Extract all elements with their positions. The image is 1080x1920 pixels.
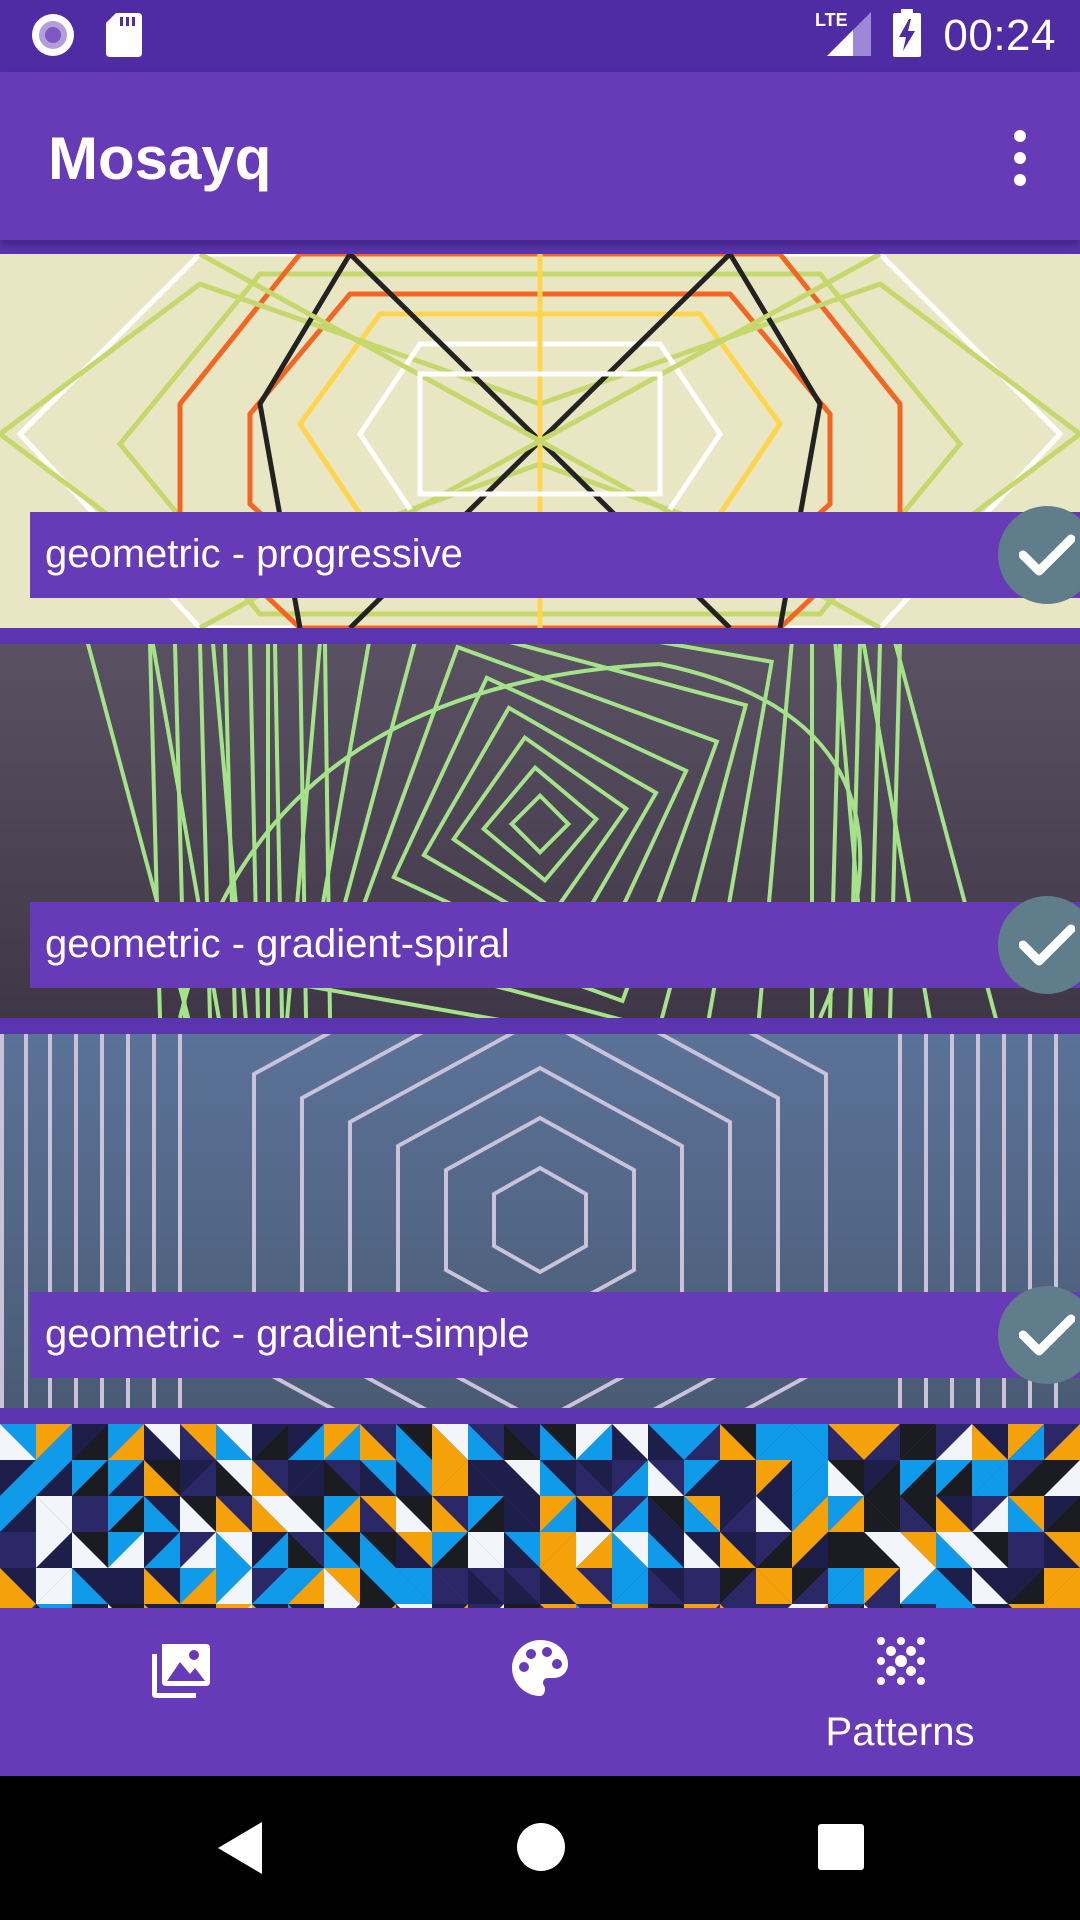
check-icon[interactable] <box>998 506 1080 604</box>
nav-item-gallery[interactable] <box>0 1608 360 1776</box>
nav-item-palette[interactable] <box>360 1608 720 1776</box>
palette-icon <box>510 1638 570 1703</box>
system-navigation-bar <box>0 1776 1080 1920</box>
pattern-list[interactable]: geometric - progressive geometric - grad… <box>0 240 1080 1608</box>
network-type-label: LTE <box>815 10 848 30</box>
sd-card-icon <box>106 13 142 62</box>
pattern-preview-triangles <box>0 1424 1080 1608</box>
pattern-label: geometric - progressive <box>45 532 463 576</box>
patterns-icon <box>876 1636 926 1691</box>
pattern-card-gradient-simple[interactable]: geometric - gradient-simple <box>0 1034 1080 1408</box>
pattern-card-progressive[interactable]: geometric - progressive <box>0 254 1080 628</box>
pattern-label: geometric - gradient-simple <box>45 1312 530 1356</box>
check-icon[interactable] <box>998 1286 1080 1384</box>
bottom-navigation: Patterns <box>0 1608 1080 1776</box>
home-icon[interactable] <box>516 1822 566 1877</box>
app-bar: Mosayq <box>0 72 1080 240</box>
nav-label-patterns: Patterns <box>825 1710 975 1754</box>
pattern-card-gradient-spiral[interactable]: geometric - gradient-spiral <box>0 644 1080 1018</box>
check-icon[interactable] <box>998 896 1080 994</box>
signal-icon: LTE <box>815 8 872 63</box>
status-bar: LTE 00:24 <box>0 0 1080 72</box>
nav-item-patterns[interactable]: Patterns <box>720 1608 1080 1776</box>
more-vert-icon[interactable] <box>1000 130 1040 186</box>
pattern-label-bar: geometric - gradient-spiral <box>30 896 1080 994</box>
pattern-card-triangles[interactable] <box>0 1424 1080 1608</box>
pattern-label-bar: geometric - gradient-simple <box>30 1286 1080 1384</box>
app-title: Mosayq <box>48 125 272 192</box>
back-icon[interactable] <box>216 1820 264 1881</box>
photo-library-icon <box>150 1638 212 1705</box>
pattern-label-bar: geometric - progressive <box>30 506 1080 604</box>
battery-charging-icon <box>893 9 922 62</box>
pattern-label: geometric - gradient-spiral <box>45 922 510 966</box>
recents-icon[interactable] <box>818 1824 864 1875</box>
recording-icon <box>30 12 76 63</box>
clock: 00:24 <box>943 10 1056 60</box>
